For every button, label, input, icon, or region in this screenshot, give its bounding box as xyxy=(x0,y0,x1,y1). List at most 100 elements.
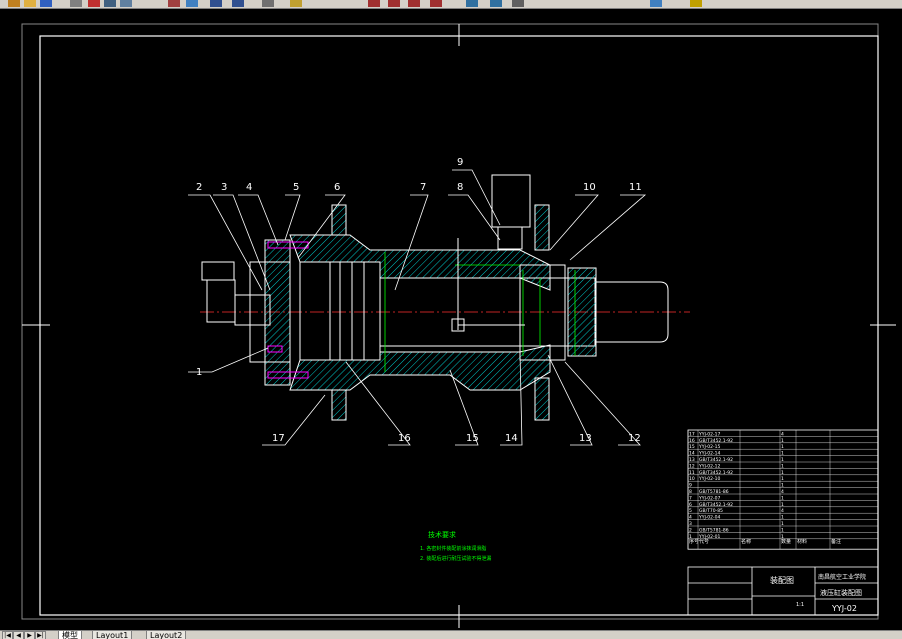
bom-cell: 1 xyxy=(781,483,784,489)
bom-cell: YYJ-02-17 xyxy=(698,431,721,437)
bom-cell: 8 xyxy=(689,489,692,495)
bom-header: 备注 xyxy=(831,538,841,545)
redo-icon[interactable] xyxy=(232,0,244,7)
bom-cell: 4 xyxy=(781,489,784,495)
part-number-2: 2 xyxy=(196,182,202,193)
bom-cell: 1 xyxy=(781,470,784,476)
zoom-extents-icon[interactable] xyxy=(430,0,442,7)
table-icon[interactable] xyxy=(512,0,524,7)
bom-cell: 9 xyxy=(689,483,692,489)
part-number-3: 3 xyxy=(221,182,227,193)
part-number-7: 7 xyxy=(420,182,426,193)
bom-cell: 3 xyxy=(689,521,692,527)
zoom-window-icon[interactable] xyxy=(368,0,380,7)
part-number-16: 16 xyxy=(398,433,411,444)
copy-icon[interactable] xyxy=(104,0,116,7)
drawing-viewport[interactable]: 1 2 3 4 5 6 7 8 9 10 11 12 13 14 15 16 17 技术要求 1. 各密封件装配… xyxy=(0,9,902,630)
bom-cell: 12 xyxy=(689,463,695,469)
save-icon[interactable] xyxy=(40,0,52,7)
bom-cell: GB/T70-85 xyxy=(699,508,723,514)
bom-cell: 11 xyxy=(689,470,695,476)
bom-header: 序号 xyxy=(689,538,699,545)
part-number-13: 13 xyxy=(579,433,592,444)
drawing-canvas: 12 3 4 5 6 7 8910 11121314151617 技术要求 1. 各密封件装配… xyxy=(21,23,896,628)
bom-cell: GB/T5781-86 xyxy=(699,489,729,495)
oil-fitting-left xyxy=(201,261,271,326)
bom-cell: GB/T5781-86 xyxy=(699,527,729,533)
part-number-15: 15 xyxy=(466,433,479,444)
bom-cell: 1 xyxy=(781,515,784,521)
technical-requirements: 技术要求 1. 各密封件装配前涂抹润滑脂 2. 装配后进行耐压试验不得泄漏 xyxy=(420,530,491,562)
undo-icon[interactable] xyxy=(210,0,222,7)
layers-icon[interactable] xyxy=(650,0,662,7)
paste-icon[interactable] xyxy=(120,0,132,7)
zoom-icon[interactable] xyxy=(168,0,180,7)
layer-icon[interactable] xyxy=(290,0,302,7)
bom-cell: 1 xyxy=(781,438,784,444)
bom-cell: 4 xyxy=(689,515,692,521)
part-number-1: 1 xyxy=(196,367,202,378)
bom-cell: 1 xyxy=(781,502,784,508)
part-number-17: 17 xyxy=(272,433,285,444)
bom-cell: YYJ-02-04 xyxy=(698,515,721,521)
bom-cell: 6 xyxy=(689,502,692,508)
part-number-8: 8 xyxy=(457,182,463,193)
bom-table: 17 YYJ-02-17 416 GB/T3452.1-92 115 YYJ-02-15 1… xyxy=(687,429,879,550)
bom-cell: 15 xyxy=(689,444,695,450)
text-icon[interactable] xyxy=(490,0,502,7)
color-icon[interactable] xyxy=(690,0,702,7)
part-number-11: 11 xyxy=(629,182,642,193)
bom-header: 材料 xyxy=(797,538,807,545)
zoom-prev-icon[interactable] xyxy=(388,0,400,7)
part-number-12: 12 xyxy=(628,433,641,444)
bom-cell: 10 xyxy=(689,476,695,482)
bom-cell: 2 xyxy=(689,527,692,533)
cut-icon[interactable] xyxy=(88,0,100,7)
title-drawing-name: 液压缸装配图 xyxy=(820,588,862,597)
print-icon[interactable] xyxy=(70,0,82,7)
pan-icon[interactable] xyxy=(186,0,198,7)
bom-cell: 1 xyxy=(781,451,784,457)
bom-cell: GB/T3452.1-92 xyxy=(699,502,733,508)
part-number-5: 5 xyxy=(293,182,299,193)
part-number-9: 9 xyxy=(457,157,463,168)
bom-cell: YYJ-02-10 xyxy=(698,476,721,482)
bom-cell: 17 xyxy=(689,431,695,437)
part-number-10: 10 xyxy=(583,182,596,193)
cylinder-body xyxy=(249,204,551,421)
dimension-icon[interactable] xyxy=(466,0,478,7)
bom-cell: 1 xyxy=(781,527,784,533)
piston xyxy=(299,261,381,361)
title-scale: 1:1 xyxy=(796,602,804,608)
cad-toolbar xyxy=(0,0,902,9)
folder-open-icon[interactable] xyxy=(24,0,36,7)
tech-title: 技术要求 xyxy=(428,530,456,539)
bom-header: 代号 xyxy=(699,538,709,545)
bom-cell: YYJ-02-14 xyxy=(698,451,721,457)
bom-cell: 1 xyxy=(781,495,784,501)
oil-fitting-top xyxy=(491,174,531,250)
arrow-icon[interactable] xyxy=(8,0,20,7)
part-number-4: 4 xyxy=(246,182,252,193)
outer-border xyxy=(21,23,879,620)
zoom-realtime-icon[interactable] xyxy=(408,0,420,7)
bom-cell: YYJ-02-15 xyxy=(698,444,721,450)
bom-cell: GB/T3452.1-92 xyxy=(699,457,733,463)
bom-cell: 1 xyxy=(781,521,784,527)
bom-cell: YYJ-02-07 xyxy=(698,495,721,501)
bom-cell: 14 xyxy=(689,451,695,457)
part-number-6: 6 xyxy=(334,182,340,193)
bom-cell: GB/T3452.1-92 xyxy=(699,438,733,444)
bom-cell: 1 xyxy=(781,457,784,463)
bom-cell: 7 xyxy=(689,495,692,501)
bom-header: 数量 xyxy=(781,538,791,545)
tech-line-2: 2. 装配后进行耐压试验不得泄漏 xyxy=(420,555,491,562)
bom-header: 名称 xyxy=(741,538,751,545)
bom-cell: 4 xyxy=(781,431,784,437)
bom-cell: 5 xyxy=(689,508,692,514)
bom-cell: 16 xyxy=(689,438,695,444)
bom-cell: 4 xyxy=(781,508,784,514)
properties-icon[interactable] xyxy=(262,0,274,7)
title-drawing-no: YYJ-02 xyxy=(831,604,857,613)
bom-cell: GB/T3452.1-92 xyxy=(699,470,733,476)
